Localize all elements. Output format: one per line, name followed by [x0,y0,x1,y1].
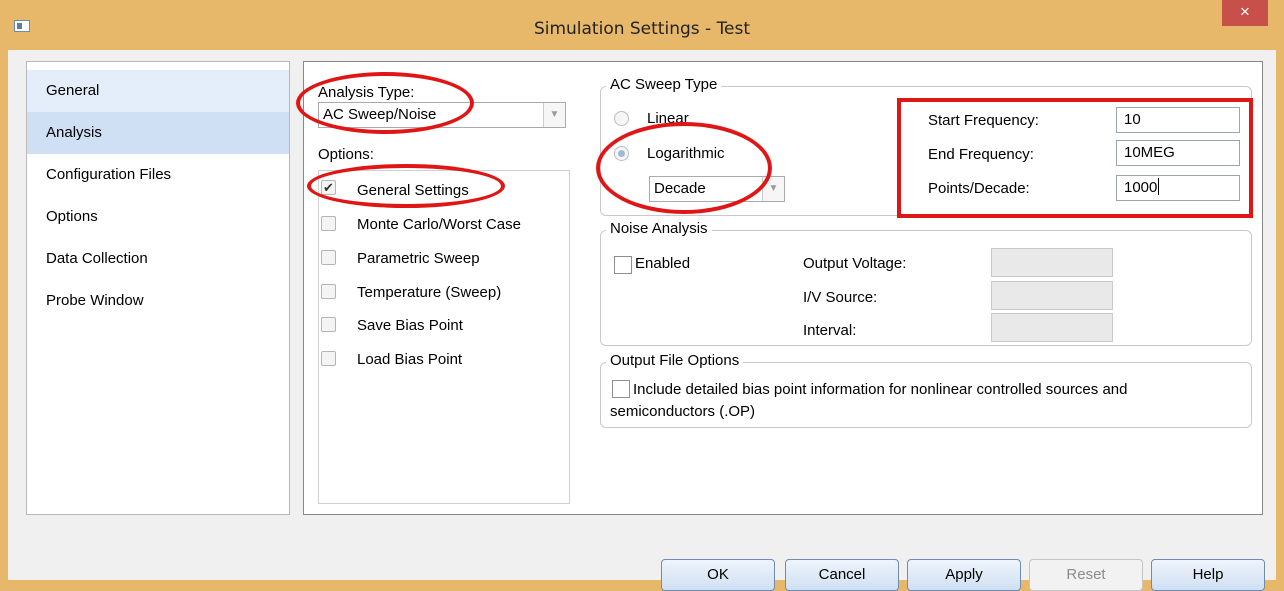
include-bias-point-checkbox[interactable] [612,380,630,398]
reset-button[interactable]: Reset [1029,559,1143,591]
noise-enabled-checkbox[interactable] [614,256,632,274]
option-checkbox-parametric-sweep[interactable] [321,250,336,265]
option-checkbox-monte-carlo[interactable] [321,216,336,231]
iv-source-input[interactable] [991,281,1113,310]
logarithmic-label: Logarithmic [647,145,725,162]
option-checkbox-load-bias-point[interactable] [321,351,336,366]
option-label-temperature-sweep: Temperature (Sweep) [357,284,502,301]
nav-item-general[interactable]: General [27,70,289,112]
analysis-type-value: AC Sweep/Noise [323,106,437,123]
option-label-load-bias-point: Load Bias Point [357,351,463,368]
cancel-button[interactable]: Cancel [785,559,899,591]
end-frequency-label: End Frequency: [928,146,1034,163]
option-label-parametric-sweep: Parametric Sweep [357,250,480,267]
noise-analysis-title: Noise Analysis [606,220,712,237]
nav-item-options[interactable]: Options [27,196,289,238]
logarithmic-radio[interactable] [614,146,629,161]
close-button[interactable]: × [1222,0,1268,26]
interval-label: Interval: [803,322,857,339]
ok-button[interactable]: OK [661,559,775,591]
apply-button[interactable]: Apply [907,559,1021,591]
analysis-type-label: Analysis Type: [318,84,415,101]
text-caret [1158,178,1160,195]
option-checkbox-temperature-sweep[interactable] [321,284,336,299]
linear-radio[interactable] [614,111,629,126]
interval-input[interactable] [991,313,1113,342]
nav-item-configuration-files[interactable]: Configuration Files [27,154,289,196]
chevron-down-icon: ▼ [762,177,784,201]
nav-item-probe-window[interactable]: Probe Window [27,280,289,322]
output-voltage-input[interactable] [991,248,1113,277]
analysis-type-select[interactable]: AC Sweep/Noise ▼ [318,102,566,128]
nav-item-analysis[interactable]: Analysis [27,112,289,154]
help-button[interactable]: Help [1151,559,1265,591]
include-bias-point-label-line1: Include detailed bias point information … [633,381,1128,398]
include-bias-point-label-line2: semiconductors (.OP) [610,403,756,420]
points-per-decade-value: 1000 [1124,179,1158,196]
option-label-monte-carlo: Monte Carlo/Worst Case [357,216,521,233]
settings-nav: General Analysis Configuration Files Opt… [26,61,290,515]
nav-item-data-collection[interactable]: Data Collection [27,238,289,280]
noise-enabled-label: Enabled [635,255,691,272]
log-unit-value: Decade [654,180,706,197]
points-per-decade-label: Points/Decade: [928,180,1030,197]
option-label-general-settings: General Settings [357,182,469,199]
output-voltage-label: Output Voltage: [803,255,907,272]
linear-label: Linear [647,110,689,127]
option-checkbox-general-settings[interactable]: ✔ [321,180,336,195]
output-file-options-title: Output File Options [606,352,744,369]
ac-sweep-type-title: AC Sweep Type [606,76,722,93]
window-title: Simulation Settings - Test [533,19,751,39]
options-label: Options: [318,146,374,163]
option-label-save-bias-point: Save Bias Point [357,317,463,334]
option-checkbox-save-bias-point[interactable] [321,317,336,332]
points-per-decade-input[interactable]: 1000 [1116,175,1240,201]
start-frequency-input[interactable]: 10 [1116,107,1240,133]
chevron-down-icon: ▼ [543,103,565,127]
noise-analysis-group [600,230,1252,346]
log-unit-select[interactable]: Decade ▼ [649,176,785,202]
iv-source-label: I/V Source: [803,289,878,306]
start-frequency-label: Start Frequency: [928,112,1039,129]
end-frequency-input[interactable]: 10MEG [1116,140,1240,166]
